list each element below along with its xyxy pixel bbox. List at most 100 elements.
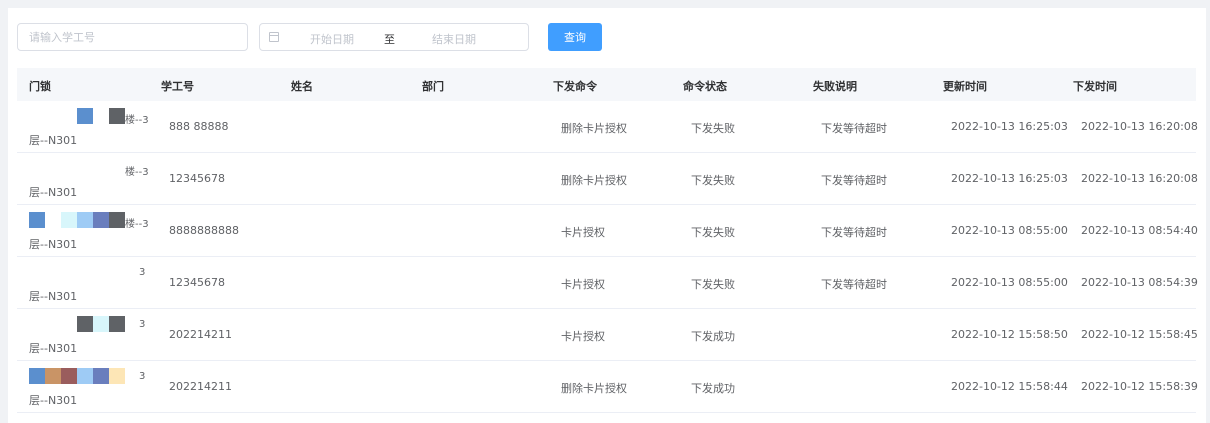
redaction-block — [77, 264, 93, 280]
column-header-lock[interactable]: 门锁 — [29, 78, 51, 94]
redaction-block — [93, 316, 109, 332]
lock-name-line2: 层--N301 — [29, 238, 78, 251]
student-id-search-input[interactable] — [17, 23, 248, 51]
table-row[interactable]: 3 层--N301 202214211 删除卡片授权 下发成功 2022-10-… — [17, 361, 1198, 413]
updated-time-cell: 2022-10-12 15:58:44 — [951, 380, 1068, 393]
redaction-block — [109, 264, 125, 280]
redaction-block — [29, 368, 45, 384]
redaction-block — [45, 316, 61, 332]
calendar-icon — [269, 32, 279, 42]
issued-time-cell: 2022-10-12 15:58:39 — [1081, 380, 1198, 393]
redacted-mosaic — [29, 108, 125, 124]
table-row[interactable]: …楼--3 层--N301 12345678 删除卡片授权 下发失败 下发等待超… — [17, 153, 1198, 205]
command-cell: 删除卡片授权 — [561, 122, 627, 135]
student-id-cell: 202214211 — [169, 380, 232, 393]
date-range-picker[interactable]: 开始日期 至 结束日期 — [259, 23, 529, 51]
redaction-block — [45, 160, 61, 176]
redacted-mosaic — [29, 264, 125, 280]
column-header-status[interactable]: 命令状态 — [683, 78, 727, 94]
column-header-issued[interactable]: 下发时间 — [1073, 78, 1117, 94]
table-header: 门锁 学工号 姓名 部门 下发命令 命令状态 失败说明 更新时间 下发时间 — [17, 68, 1196, 101]
redaction-block — [45, 108, 61, 124]
table-row[interactable]: …楼--3 层--N301 8888888888 卡片授权 下发失败 下发等待超… — [17, 205, 1198, 257]
updated-time-cell: 2022-10-13 16:25:03 — [951, 172, 1068, 185]
reason-cell: 下发等待超时 — [821, 278, 887, 291]
end-date-input[interactable]: 结束日期 — [410, 31, 498, 47]
student-id-cell: 202214211 — [169, 328, 232, 341]
updated-time-cell: 2022-10-13 08:55:00 — [951, 224, 1068, 237]
lock-name-line1: 3 — [139, 267, 146, 278]
student-id-cell: 8888888888 — [169, 224, 239, 237]
command-cell: 卡片授权 — [561, 278, 605, 291]
command-cell: 删除卡片授权 — [561, 382, 627, 395]
lock-cell: 3 层--N301 — [29, 316, 149, 356]
updated-time-cell: 2022-10-12 15:58:50 — [951, 328, 1068, 341]
student-id-cell: 12345678 — [169, 276, 225, 289]
lock-name-line2: 层--N301 — [29, 394, 78, 407]
redaction-block — [109, 316, 125, 332]
column-header-department[interactable]: 部门 — [422, 78, 444, 94]
redaction-block — [93, 108, 109, 124]
lock-name-line1: 3 — [139, 319, 146, 330]
student-id-cell: 12345678 — [169, 172, 225, 185]
redaction-block — [77, 160, 93, 176]
redaction-block — [45, 264, 61, 280]
redaction-block — [61, 264, 77, 280]
column-header-command[interactable]: 下发命令 — [553, 78, 597, 94]
reason-cell: 下发等待超时 — [821, 174, 887, 187]
date-range-separator: 至 — [384, 33, 395, 46]
command-cell: 卡片授权 — [561, 330, 605, 343]
redacted-mosaic — [29, 368, 125, 384]
redaction-block — [29, 264, 45, 280]
issued-time-cell: 2022-10-13 16:20:08 — [1081, 120, 1198, 133]
filter-toolbar: 开始日期 至 结束日期 查询 — [17, 23, 617, 51]
column-header-reason[interactable]: 失败说明 — [813, 78, 857, 94]
redaction-block — [109, 160, 125, 176]
redaction-block — [93, 212, 109, 228]
command-table: 门锁 学工号 姓名 部门 下发命令 命令状态 失败说明 更新时间 下发时间 …楼… — [17, 68, 1198, 413]
command-cell: 卡片授权 — [561, 226, 605, 239]
redaction-block — [93, 160, 109, 176]
lock-cell: …楼--3 层--N301 — [29, 108, 149, 148]
redaction-block — [61, 108, 77, 124]
redaction-block — [77, 368, 93, 384]
redaction-block — [77, 316, 93, 332]
lock-name-line2: 层--N301 — [29, 186, 78, 199]
redaction-block — [109, 368, 125, 384]
redacted-mosaic — [29, 160, 125, 176]
lock-cell: …楼--3 层--N301 — [29, 212, 149, 252]
student-id-cell: 888 88888 — [169, 120, 229, 133]
status-cell: 下发失败 — [691, 174, 735, 187]
column-header-student-id[interactable]: 学工号 — [161, 78, 194, 94]
lock-cell: 3 层--N301 — [29, 264, 149, 304]
reason-cell: 下发等待超时 — [821, 226, 887, 239]
start-date-input[interactable]: 开始日期 — [288, 31, 376, 47]
redaction-block — [93, 368, 109, 384]
redaction-block — [61, 316, 77, 332]
redacted-mosaic — [29, 316, 125, 332]
lock-cell: …楼--3 层--N301 — [29, 160, 149, 200]
redaction-block — [45, 212, 61, 228]
redaction-block — [29, 212, 45, 228]
redaction-block — [109, 212, 125, 228]
updated-time-cell: 2022-10-13 08:55:00 — [951, 276, 1068, 289]
lock-name-line2: 层--N301 — [29, 290, 78, 303]
issued-time-cell: 2022-10-13 08:54:40 — [1081, 224, 1198, 237]
query-button[interactable]: 查询 — [548, 23, 602, 51]
redacted-mosaic — [29, 212, 125, 228]
command-cell: 删除卡片授权 — [561, 174, 627, 187]
table-row[interactable]: 3 层--N301 202214211 卡片授权 下发成功 2022-10-12… — [17, 309, 1198, 361]
table-row[interactable]: 3 层--N301 12345678 卡片授权 下发失败 下发等待超时 2022… — [17, 257, 1198, 309]
status-cell: 下发成功 — [691, 382, 735, 395]
table-row[interactable]: …楼--3 层--N301 888 88888 删除卡片授权 下发失败 下发等待… — [17, 101, 1198, 153]
redaction-block — [77, 108, 93, 124]
redaction-block — [77, 212, 93, 228]
redaction-block — [29, 108, 45, 124]
redaction-block — [93, 264, 109, 280]
redaction-block — [61, 212, 77, 228]
column-header-updated[interactable]: 更新时间 — [943, 78, 987, 94]
column-header-name[interactable]: 姓名 — [291, 78, 313, 94]
redaction-block — [29, 316, 45, 332]
issued-time-cell: 2022-10-12 15:58:45 — [1081, 328, 1198, 341]
status-cell: 下发失败 — [691, 122, 735, 135]
